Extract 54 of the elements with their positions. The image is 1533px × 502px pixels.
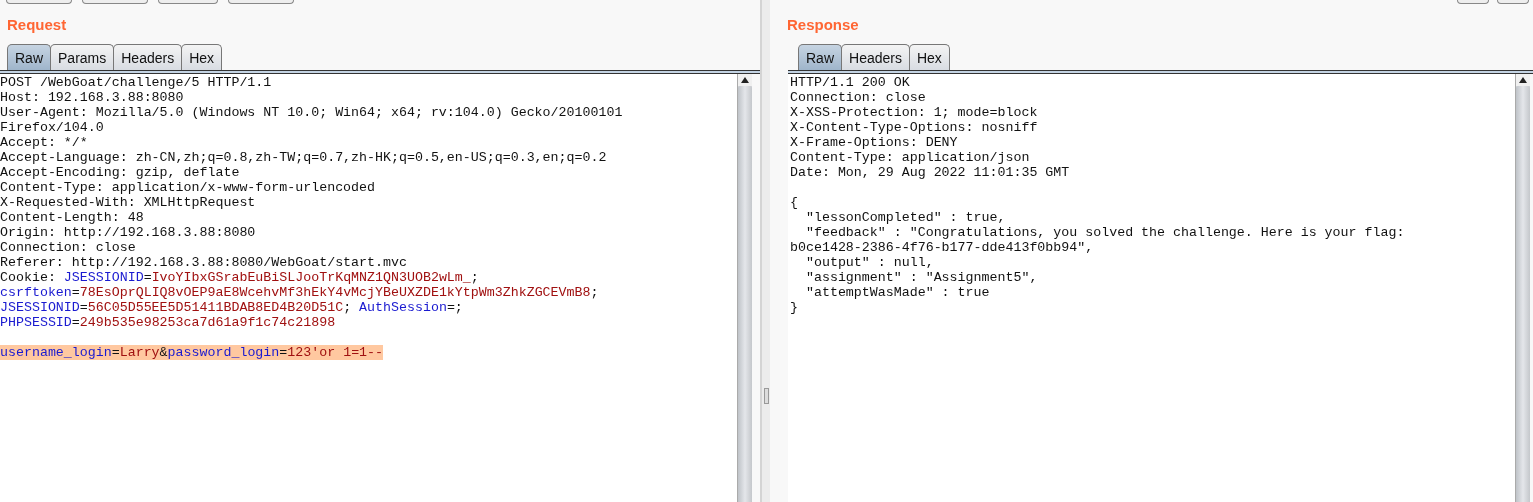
- code-line: "output" : null,: [804, 255, 934, 270]
- text-editor[interactable]: [788, 74, 1530, 502]
- text-editor[interactable]: [0, 74, 752, 502]
- tab[interactable]: Hex: [181, 44, 223, 70]
- code-line: Firefox/104.0: [0, 120, 104, 135]
- code-line: Referer: http://192.168.3.88:8080/WebGoat/start.mvc: [0, 255, 407, 270]
- code-line: Host: 192.168.3.88:8080: [0, 90, 184, 105]
- code-line: User-Agent: Mozilla/5.0 (Windows NT 10.0; Win64; x64; rv:104.0) Gecko/20100101: [0, 105, 623, 120]
- scrollbar[interactable]: [737, 74, 752, 502]
- code-line: Accept: */*: [0, 135, 88, 150]
- code-line: Accept-Language: zh-CN,zh;q=0.8,zh-TW;q=0.7,zh-HK;q=0.5,en-US;q=0.3,en;q=0.2: [0, 150, 607, 165]
- scrollbar[interactable]: [1515, 74, 1530, 502]
- code-line: Content-Length: 48: [0, 210, 144, 225]
- code-line: JSESSIONID=56C05D55EE5D51411BDAB8ED4B20D51C; AuthSession=;: [0, 300, 463, 315]
- toolbar-button[interactable]: [82, 0, 148, 4]
- code-line: PHPSESSID=249b535e98253ca7d61a9f1c74c21898: [0, 315, 336, 330]
- tab[interactable]: Raw: [7, 44, 51, 70]
- code-line: "lessonCompleted" : true,: [804, 210, 1006, 225]
- panel-title: Request: [6, 15, 68, 35]
- code-line: Connection: close: [0, 240, 136, 255]
- toolbar-button[interactable]: [1497, 0, 1529, 4]
- code-line: Date: Mon, 29 Aug 2022 11:01:35 GMT: [790, 165, 1070, 180]
- divider-grip[interactable]: [763, 388, 769, 404]
- tab[interactable]: Headers: [113, 44, 183, 70]
- toolbar-button[interactable]: [158, 0, 218, 4]
- tab[interactable]: Headers: [841, 44, 910, 70]
- tab[interactable]: Params: [50, 44, 115, 70]
- code-line: Origin: http://192.168.3.88:8080: [0, 225, 256, 240]
- code-line: Content-Type: application/json: [790, 150, 1030, 165]
- code-line: HTTP/1.1 200 OK: [790, 75, 910, 90]
- code-line: {: [790, 195, 798, 210]
- code-line: "feedback" : "Congratulations, you solved the challenge. Here is your flag:: [804, 225, 1405, 240]
- code-line: b0ce1428-2386-4f76-b177-dde413f0bb94",: [790, 240, 1094, 255]
- tab[interactable]: Hex: [908, 44, 950, 70]
- code-line: X-Content-Type-Options: nosniff: [790, 120, 1038, 135]
- code-line: csrftoken=78EsOprQLIQ8vOEP9aE8WcehvMf3hEkY4vMcjYBeUXZDE1kYtpWm3ZhkZGCEVmB8;: [0, 285, 599, 300]
- scroll-up-icon[interactable]: [1516, 74, 1530, 86]
- code-line: X-XSS-Protection: 1; mode=block: [790, 105, 1038, 120]
- code-line: X-Requested-With: XMLHttpRequest: [0, 195, 256, 210]
- code-line: }: [790, 300, 798, 315]
- code-line: X-Frame-Options: DENY: [790, 135, 958, 150]
- code-line: Connection: close: [790, 90, 926, 105]
- code-line: POST /WebGoat/challenge/5 HTTP/1.1: [0, 75, 272, 90]
- code-line: "assignment" : "Assignment5",: [804, 270, 1038, 285]
- code-line: Cookie: JSESSIONID=IvoYIbxGSrabEuBiSLJooTrKqMNZ1QN3UOB2wLm_;: [0, 270, 479, 285]
- panel-title: Response: [786, 15, 860, 35]
- toolbar-button[interactable]: [6, 0, 72, 4]
- code-line: Content-Type: application/x-www-form-urlencoded: [0, 180, 376, 195]
- code-line: "attemptWasMade" : true: [804, 285, 990, 300]
- toolbar-button[interactable]: [1457, 0, 1489, 4]
- code-line: Accept-Encoding: gzip, deflate: [0, 165, 240, 180]
- scroll-up-icon[interactable]: [738, 74, 752, 86]
- tab[interactable]: Raw: [798, 44, 842, 70]
- toolbar-button[interactable]: [228, 0, 294, 4]
